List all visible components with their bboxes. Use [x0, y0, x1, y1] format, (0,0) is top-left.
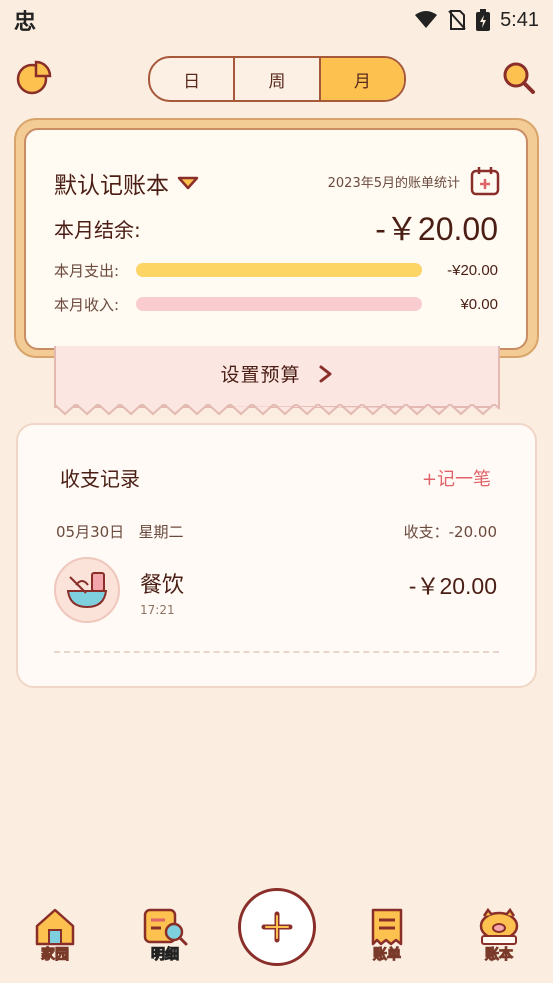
ledger-icon	[479, 907, 519, 945]
summary-card: 默认记账本 2023年5月的账单统计 本月结余: -￥20.00 本月支出: -…	[24, 128, 528, 350]
tab-day[interactable]: 日	[150, 58, 236, 100]
detail-icon	[143, 908, 188, 946]
balance-label: 本月结余:	[54, 218, 141, 242]
expense-label: 本月支出:	[54, 261, 120, 280]
nav-ledger-label: 账本	[485, 947, 514, 964]
records-card: 收支记录 +记一笔 05月30日 星期二 收支：-20.00 餐饮 17:21 …	[16, 423, 537, 688]
nav-ledger[interactable]: 账本	[464, 906, 534, 976]
entry-category[interactable]: 餐饮	[140, 567, 184, 599]
app-notification-icon: 忠	[14, 10, 37, 35]
records-title: 收支记录	[60, 467, 140, 491]
expense-bar	[136, 263, 422, 277]
ledger-selector[interactable]: 默认记账本	[54, 166, 199, 200]
dining-icon	[54, 557, 120, 623]
dashed-divider	[54, 651, 499, 653]
status-bar: 忠 5:41	[0, 0, 553, 40]
clock: 5:41	[500, 8, 539, 31]
home-icon	[35, 908, 75, 946]
balance-value: -￥20.00	[375, 211, 498, 247]
plus-icon	[261, 911, 293, 943]
no-sim-icon	[448, 10, 466, 30]
expense-row: 本月支出: -¥20.00	[54, 258, 498, 282]
tab-week[interactable]: 周	[235, 58, 321, 100]
pie-chart-icon	[16, 60, 52, 95]
income-label: 本月收入:	[54, 295, 120, 314]
income-row: 本月收入: ¥0.00	[54, 292, 498, 316]
add-record-link[interactable]: +记一笔	[422, 465, 491, 491]
calendar-icon	[470, 167, 500, 196]
entry-time: 17:21	[140, 603, 175, 617]
ledger-title: 默认记账本	[54, 173, 169, 199]
nav-home[interactable]: 家园	[20, 906, 90, 976]
top-nav: 日 周 月	[0, 52, 553, 106]
set-budget-label: 设置预算	[220, 364, 301, 386]
search-icon	[503, 62, 535, 94]
set-budget-button[interactable]: 设置预算	[54, 346, 500, 416]
nav-bill-label: 账单	[373, 947, 402, 964]
entry-amount: -￥20.00	[408, 573, 497, 599]
bill-icon	[371, 908, 403, 946]
stat-period-label: 2023年5月的账单统计	[327, 176, 460, 191]
wifi-icon	[415, 11, 438, 28]
tab-month[interactable]: 月	[320, 58, 404, 100]
zigzag-edge	[54, 404, 500, 416]
calendar-button[interactable]	[470, 166, 500, 196]
record-date: 05月30日 星期二	[56, 523, 184, 541]
status-icons: 5:41	[414, 9, 539, 32]
heart-dropdown-icon	[177, 176, 199, 190]
battery-icon	[476, 9, 491, 31]
bottom-nav: 家园 明细 账单 账本	[0, 880, 553, 983]
expense-bar-fill	[136, 263, 422, 277]
income-value: ¥0.00	[460, 295, 498, 313]
chevron-right-icon	[319, 365, 332, 383]
search-button[interactable]	[501, 60, 537, 96]
nav-bill[interactable]: 账单	[352, 906, 422, 976]
chart-button[interactable]	[16, 60, 52, 96]
nav-home-label: 家园	[41, 947, 70, 964]
period-segmented-control: 日 周 月	[148, 56, 406, 102]
expense-value: -¥20.00	[447, 261, 498, 279]
nav-detail-label: 明细	[151, 947, 180, 964]
add-record-fab[interactable]	[238, 888, 316, 966]
day-summary: 收支：-20.00	[403, 523, 497, 541]
nav-detail[interactable]: 明细	[130, 906, 200, 976]
budget-row: 设置预算	[56, 360, 498, 387]
income-bar	[136, 297, 422, 311]
